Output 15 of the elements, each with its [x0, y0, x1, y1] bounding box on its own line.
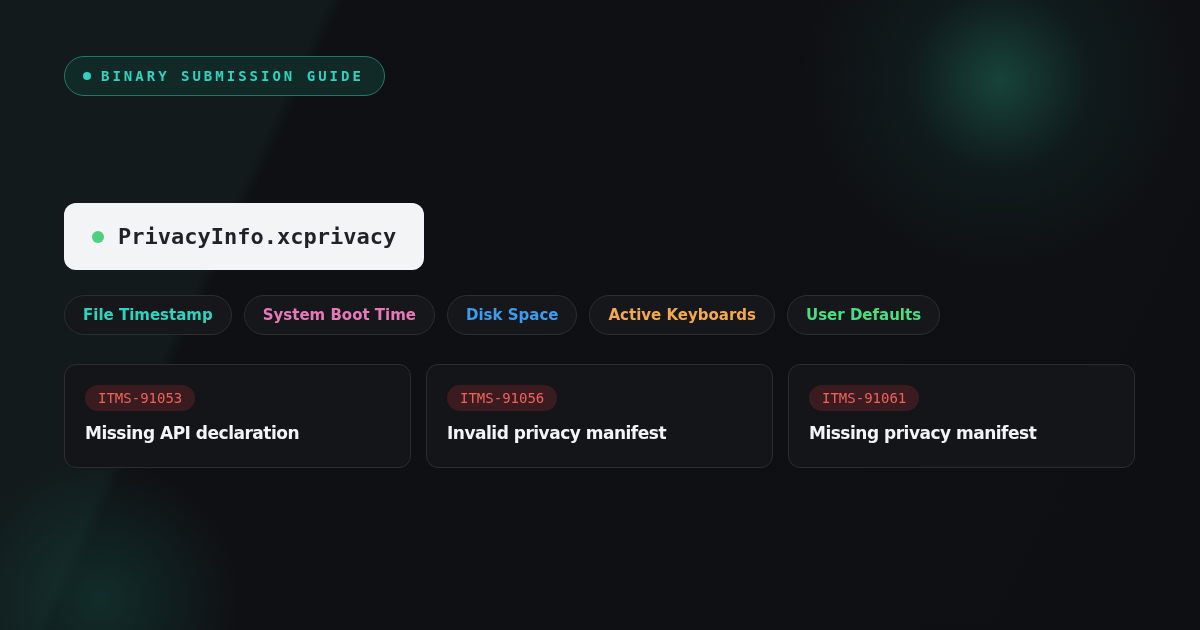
category-tag: Disk Space [447, 295, 578, 335]
eyebrow-label: BINARY SUBMISSION GUIDE [101, 68, 364, 84]
category-tag: User Defaults [787, 295, 941, 335]
status-dot-icon [92, 230, 104, 243]
error-code-badge: ITMS-91061 [809, 385, 920, 411]
error-code-badge: ITMS-91053 [85, 385, 196, 411]
category-tag: Active Keyboards [589, 295, 775, 335]
dot-icon [83, 72, 91, 80]
error-code-badge: ITMS-91056 [447, 385, 558, 411]
category-tag: File Timestamp [64, 295, 232, 335]
file-name: PrivacyInfo.xcprivacy [118, 224, 397, 249]
error-title: Missing privacy manifest [809, 423, 1037, 443]
error-title: Missing API declaration [85, 423, 300, 443]
error-title: Invalid privacy manifest [447, 423, 667, 443]
category-tag: System Boot Time [243, 295, 436, 335]
